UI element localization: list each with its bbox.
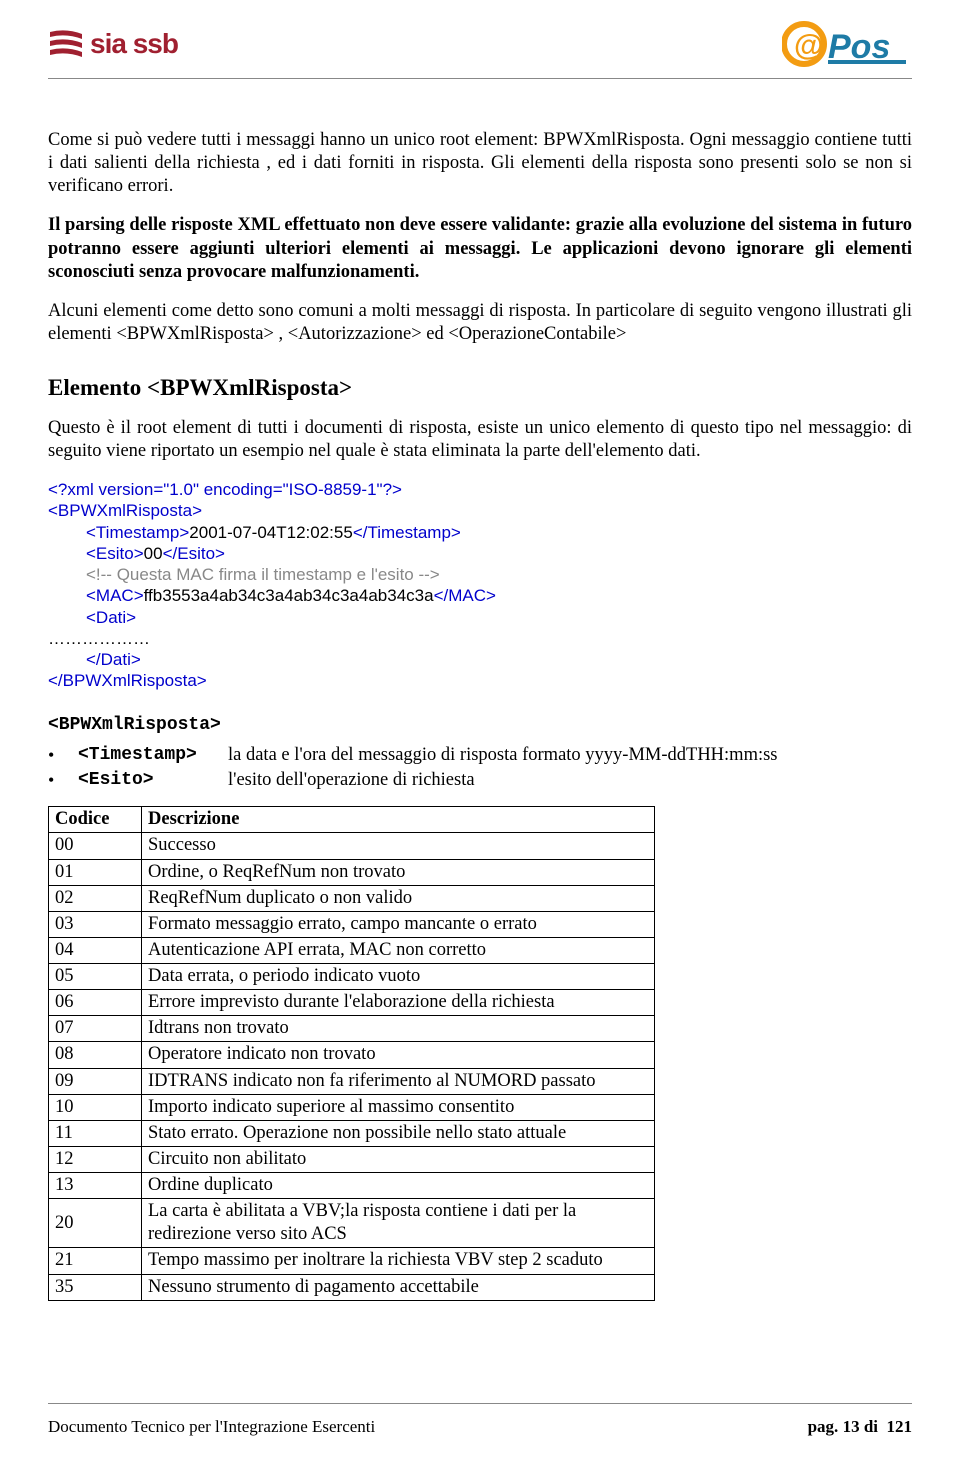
page-footer: Documento Tecnico per l'Integrazione Ese…	[48, 1403, 912, 1437]
desc-cell: Operatore indicato non trovato	[142, 1042, 655, 1068]
table-row: 07Idtrans non trovato	[49, 1016, 655, 1042]
svg-text:@: @	[794, 29, 823, 62]
bullet-timestamp: • <Timestamp> la data e l'ora del messag…	[48, 744, 912, 767]
logo-pos: @ Pos	[782, 18, 912, 70]
code-cell: 00	[49, 833, 142, 859]
paragraph-4: Questo è il root element di tutti i docu…	[48, 417, 912, 463]
table-row: 09IDTRANS indicato non fa riferimento al…	[49, 1068, 655, 1094]
code-cell: 07	[49, 1016, 142, 1042]
footer-page-number: pag. 13 di 121	[808, 1417, 912, 1437]
xml-decl: <?xml version="1.0" encoding="ISO-8859-1…	[48, 480, 402, 499]
code-cell: 20	[49, 1199, 142, 1248]
footer-doc-title: Documento Tecnico per l'Integrazione Ese…	[48, 1417, 375, 1437]
at-pos-icon: @ Pos	[782, 18, 912, 70]
codes-table: Codice Descrizione 00Successo01Ordine, o…	[48, 806, 655, 1300]
table-row: 04Autenticazione API errata, MAC non cor…	[49, 937, 655, 963]
code-cell: 01	[49, 859, 142, 885]
table-row: 00Successo	[49, 833, 655, 859]
table-row: 10Importo indicato superiore al massimo …	[49, 1094, 655, 1120]
code-cell: 03	[49, 911, 142, 937]
desc-cell: Stato errato. Operazione non possibile n…	[142, 1120, 655, 1146]
desc-cell: Circuito non abilitato	[142, 1146, 655, 1172]
table-header-row: Codice Descrizione	[49, 807, 655, 833]
code-cell: 06	[49, 990, 142, 1016]
desc-cell: Errore imprevisto durante l'elaborazione…	[142, 990, 655, 1016]
table-row: 13Ordine duplicato	[49, 1173, 655, 1199]
th-code: Codice	[49, 807, 142, 833]
desc-cell: Data errata, o periodo indicato vuoto	[142, 964, 655, 990]
code-cell: 08	[49, 1042, 142, 1068]
table-row: 20La carta è abilitata a VBV;la risposta…	[49, 1199, 655, 1248]
bullet-icon: •	[48, 769, 78, 792]
table-row: 03Formato messaggio errato, campo mancan…	[49, 911, 655, 937]
heading-element: Elemento <BPWXmlRisposta>	[48, 374, 912, 403]
code-cell: 21	[49, 1248, 142, 1274]
content-area: Come si può vedere tutti i messaggi hann…	[48, 79, 912, 1301]
bullet-esito: • <Esito> l'esito dell'operazione di ric…	[48, 769, 912, 792]
xml-root-open: <BPWXmlRisposta>	[48, 501, 202, 520]
table-row: 05Data errata, o periodo indicato vuoto	[49, 964, 655, 990]
table-row: 21Tempo massimo per inoltrare la richies…	[49, 1248, 655, 1274]
desc-cell: La carta è abilitata a VBV;la risposta c…	[142, 1199, 655, 1248]
code-cell: 10	[49, 1094, 142, 1120]
element-tag: <BPWXmlRisposta>	[48, 714, 912, 737]
desc-cell: Ordine, o ReqRefNum non trovato	[142, 859, 655, 885]
bullet-list: • <Timestamp> la data e l'ora del messag…	[48, 744, 912, 792]
desc-cell: Tempo massimo per inoltrare la richiesta…	[142, 1248, 655, 1274]
paragraph-3: Alcuni elementi come detto sono comuni a…	[48, 300, 912, 346]
stripes-icon	[48, 26, 84, 62]
paragraph-1: Come si può vedere tutti i messaggi hann…	[48, 129, 912, 198]
xml-comment: <!-- Questa MAC firma il timestamp e l'e…	[86, 565, 440, 584]
paragraph-2-bold: Il parsing delle risposte XML effettuato…	[48, 214, 912, 283]
th-desc: Descrizione	[142, 807, 655, 833]
table-row: 01Ordine, o ReqRefNum non trovato	[49, 859, 655, 885]
table-row: 35Nessuno strumento di pagamento accetta…	[49, 1274, 655, 1300]
desc-cell: Autenticazione API errata, MAC non corre…	[142, 937, 655, 963]
code-cell: 12	[49, 1146, 142, 1172]
desc-cell: ReqRefNum duplicato o non valido	[142, 885, 655, 911]
xml-ellipsis: ………………	[48, 629, 150, 648]
xml-example: <?xml version="1.0" encoding="ISO-8859-1…	[48, 479, 912, 692]
logo-sia-ssb: sia ssb	[48, 26, 178, 62]
page-header: sia ssb @ Pos	[48, 0, 912, 79]
table-row: 02ReqRefNum duplicato o non valido	[49, 885, 655, 911]
logo-text: sia ssb	[90, 28, 178, 60]
code-cell: 35	[49, 1274, 142, 1300]
desc-cell: Successo	[142, 833, 655, 859]
desc-cell: Formato messaggio errato, campo mancante…	[142, 911, 655, 937]
code-cell: 11	[49, 1120, 142, 1146]
bullet-icon: •	[48, 744, 78, 767]
table-row: 11Stato errato. Operazione non possibile…	[49, 1120, 655, 1146]
code-cell: 05	[49, 964, 142, 990]
code-cell: 09	[49, 1068, 142, 1094]
xml-root-close: </BPWXmlRisposta>	[48, 671, 207, 690]
code-cell: 13	[49, 1173, 142, 1199]
desc-cell: Nessuno strumento di pagamento accettabi…	[142, 1274, 655, 1300]
table-row: 12Circuito non abilitato	[49, 1146, 655, 1172]
table-row: 06Errore imprevisto durante l'elaborazio…	[49, 990, 655, 1016]
desc-cell: IDTRANS indicato non fa riferimento al N…	[142, 1068, 655, 1094]
desc-cell: Idtrans non trovato	[142, 1016, 655, 1042]
code-cell: 02	[49, 885, 142, 911]
table-row: 08Operatore indicato non trovato	[49, 1042, 655, 1068]
desc-cell: Ordine duplicato	[142, 1173, 655, 1199]
code-cell: 04	[49, 937, 142, 963]
desc-cell: Importo indicato superiore al massimo co…	[142, 1094, 655, 1120]
